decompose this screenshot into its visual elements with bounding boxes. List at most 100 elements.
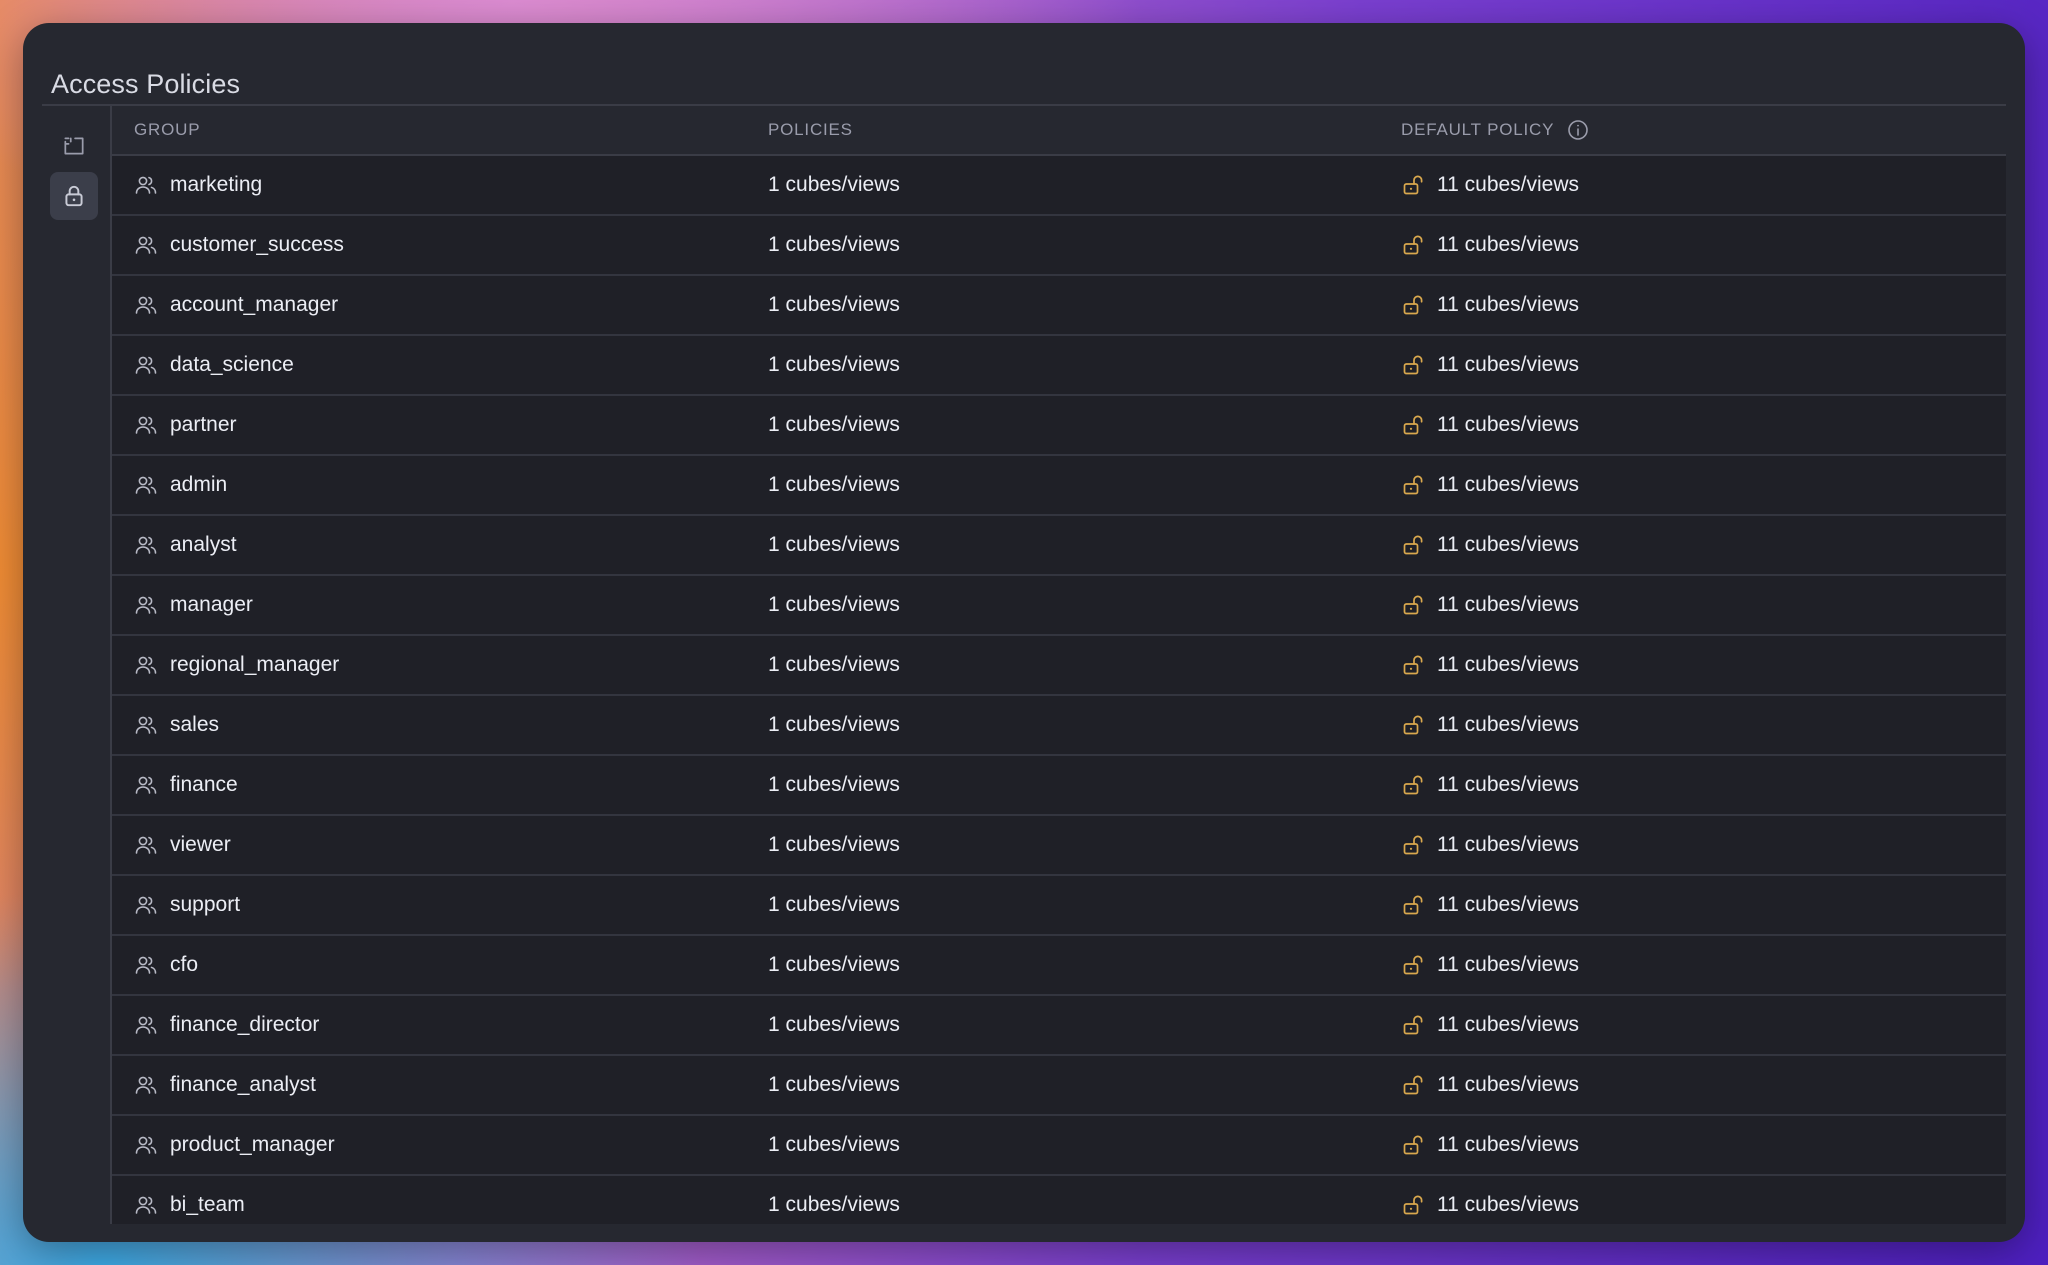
default-policy-count: 11 cubes/views bbox=[1437, 293, 1580, 316]
policies-count: 1 cubes/views bbox=[768, 1193, 900, 1216]
group-name: customer_success bbox=[170, 233, 344, 256]
table-row[interactable]: regional_manager 1 cubes/views 11 cubes/vi… bbox=[112, 636, 2006, 696]
unlocked-icon bbox=[1403, 1195, 1423, 1215]
info-icon[interactable] bbox=[1566, 118, 1590, 142]
policies-cell: 1 cubes/views bbox=[768, 1056, 900, 1114]
users-icon bbox=[135, 1196, 157, 1214]
group-name: support bbox=[170, 893, 241, 916]
policies-count: 1 cubes/views bbox=[768, 953, 900, 976]
table-row[interactable]: bi_team 1 cubes/views 11 cubes/views bbox=[112, 1176, 2006, 1224]
table-row[interactable]: finance 1 cubes/views 11 cubes/views bbox=[112, 756, 2006, 816]
unlocked-icon bbox=[1403, 1135, 1423, 1155]
table-row[interactable]: marketing 1 cubes/views 11 cubes/views bbox=[112, 156, 2006, 216]
table-row[interactable]: partner 1 cubes/views 11 cubes/views bbox=[112, 396, 2006, 456]
users-icon bbox=[135, 536, 157, 554]
group-name: data_science bbox=[170, 353, 294, 376]
table-row[interactable]: cfo 1 cubes/views 11 cubes/views bbox=[112, 936, 2006, 996]
default-policy-count: 11 cubes/views bbox=[1437, 1073, 1580, 1096]
default-policy-cell: 11 cubes/views bbox=[1401, 1176, 1579, 1224]
default-policy-cell: 11 cubes/views bbox=[1401, 936, 1579, 994]
group-name: partner bbox=[170, 413, 237, 436]
table-row[interactable]: analyst 1 cubes/views 11 cubes/views bbox=[112, 516, 2006, 576]
unlocked-icon bbox=[1403, 235, 1423, 255]
default-policy-cell: 11 cubes/views bbox=[1401, 396, 1579, 454]
policies-count: 1 cubes/views bbox=[768, 1013, 900, 1036]
users-icon bbox=[135, 596, 157, 614]
default-policy-cell: 11 cubes/views bbox=[1401, 636, 1579, 694]
table-row[interactable]: sales 1 cubes/views 11 cubes/views bbox=[112, 696, 2006, 756]
column-header-default-policy[interactable]: DEFAULT POLICY bbox=[1401, 106, 1590, 154]
table-row[interactable]: manager 1 cubes/views 11 cubes/views bbox=[112, 576, 2006, 636]
unlocked-icon bbox=[1403, 595, 1423, 615]
column-header-policies[interactable]: POLICIES bbox=[768, 106, 853, 154]
group-name: finance bbox=[170, 773, 238, 796]
group-cell: admin bbox=[134, 456, 227, 514]
policies-cell: 1 cubes/views bbox=[768, 576, 900, 634]
table-row[interactable]: data_science 1 cubes/views 11 cubes/views bbox=[112, 336, 2006, 396]
group-cell: partner bbox=[134, 396, 237, 454]
group-name: bi_team bbox=[170, 1193, 245, 1216]
group-cell: customer_success bbox=[134, 216, 344, 274]
users-icon bbox=[135, 836, 157, 854]
default-policy-cell: 11 cubes/views bbox=[1401, 696, 1579, 754]
table-row[interactable]: customer_success 1 cubes/views 11 cubes/vi… bbox=[112, 216, 2006, 276]
group-cell: analyst bbox=[134, 516, 237, 574]
unlocked-icon bbox=[1403, 295, 1423, 315]
sidebar-rail bbox=[42, 106, 112, 1224]
group-cell: data_science bbox=[134, 336, 294, 394]
default-policy-count: 11 cubes/views bbox=[1437, 1013, 1580, 1036]
unlocked-icon bbox=[1403, 895, 1423, 915]
users-icon bbox=[135, 896, 157, 914]
users-icon bbox=[135, 656, 157, 674]
policies-cell: 1 cubes/views bbox=[768, 516, 900, 574]
users-icon bbox=[135, 716, 157, 734]
sidebar-item-access-policies[interactable] bbox=[50, 172, 98, 220]
default-policy-count: 11 cubes/views bbox=[1437, 473, 1580, 496]
group-cell: manager bbox=[134, 576, 253, 634]
default-policy-count: 11 cubes/views bbox=[1437, 233, 1580, 256]
group-name: finance_analyst bbox=[170, 1073, 316, 1096]
policies-count: 1 cubes/views bbox=[768, 653, 900, 676]
group-name: marketing bbox=[170, 173, 263, 196]
unlocked-icon bbox=[1403, 1015, 1423, 1035]
default-policy-count: 11 cubes/views bbox=[1437, 653, 1580, 676]
policies-cell: 1 cubes/views bbox=[768, 816, 900, 874]
group-cell: product_manager bbox=[134, 1116, 335, 1174]
policies-cell: 1 cubes/views bbox=[768, 936, 900, 994]
group-name: cfo bbox=[170, 953, 199, 976]
table-row[interactable]: finance_analyst 1 cubes/views 11 cubes/vie… bbox=[112, 1056, 2006, 1116]
default-policy-cell: 11 cubes/views bbox=[1401, 1116, 1579, 1174]
table-row[interactable]: finance_director 1 cubes/views 11 cubes/vi… bbox=[112, 996, 2006, 1056]
default-policy-count: 11 cubes/views bbox=[1437, 893, 1580, 916]
table-row[interactable]: account_manager 1 cubes/views 11 cubes/vie… bbox=[112, 276, 2006, 336]
policies-count: 1 cubes/views bbox=[768, 593, 900, 616]
group-cell: finance bbox=[134, 756, 238, 814]
default-policy-cell: 11 cubes/views bbox=[1401, 276, 1579, 334]
table-row[interactable]: admin 1 cubes/views 11 cubes/views bbox=[112, 456, 2006, 516]
default-policy-cell: 11 cubes/views bbox=[1401, 816, 1579, 874]
lock-icon bbox=[65, 185, 83, 207]
unlocked-icon bbox=[1403, 775, 1423, 795]
default-policy-cell: 11 cubes/views bbox=[1401, 996, 1579, 1054]
column-header-group[interactable]: GROUP bbox=[134, 106, 200, 154]
policies-cell: 1 cubes/views bbox=[768, 396, 900, 454]
users-icon bbox=[135, 236, 157, 254]
policies-count: 1 cubes/views bbox=[768, 293, 900, 316]
policies-cell: 1 cubes/views bbox=[768, 996, 900, 1054]
policies-count: 1 cubes/views bbox=[768, 413, 900, 436]
sidebar-item-frame[interactable] bbox=[50, 122, 98, 170]
default-policy-cell: 11 cubes/views bbox=[1401, 1056, 1579, 1114]
group-name: viewer bbox=[170, 833, 231, 856]
unlocked-icon bbox=[1403, 535, 1423, 555]
policies-cell: 1 cubes/views bbox=[768, 696, 900, 754]
unlocked-icon bbox=[1403, 715, 1423, 735]
default-policy-count: 11 cubes/views bbox=[1437, 773, 1580, 796]
unlocked-icon bbox=[1403, 475, 1423, 495]
default-policy-count: 11 cubes/views bbox=[1437, 593, 1580, 616]
default-policy-count: 11 cubes/views bbox=[1437, 173, 1580, 196]
policies-cell: 1 cubes/views bbox=[768, 1116, 900, 1174]
table-row[interactable]: support 1 cubes/views 11 cubes/views bbox=[112, 876, 2006, 936]
table-row[interactable]: product_manager 1 cubes/views 11 cubes/vie… bbox=[112, 1116, 2006, 1176]
table-row[interactable]: viewer 1 cubes/views 11 cubes/views bbox=[112, 816, 2006, 876]
policies-count: 1 cubes/views bbox=[768, 893, 900, 916]
